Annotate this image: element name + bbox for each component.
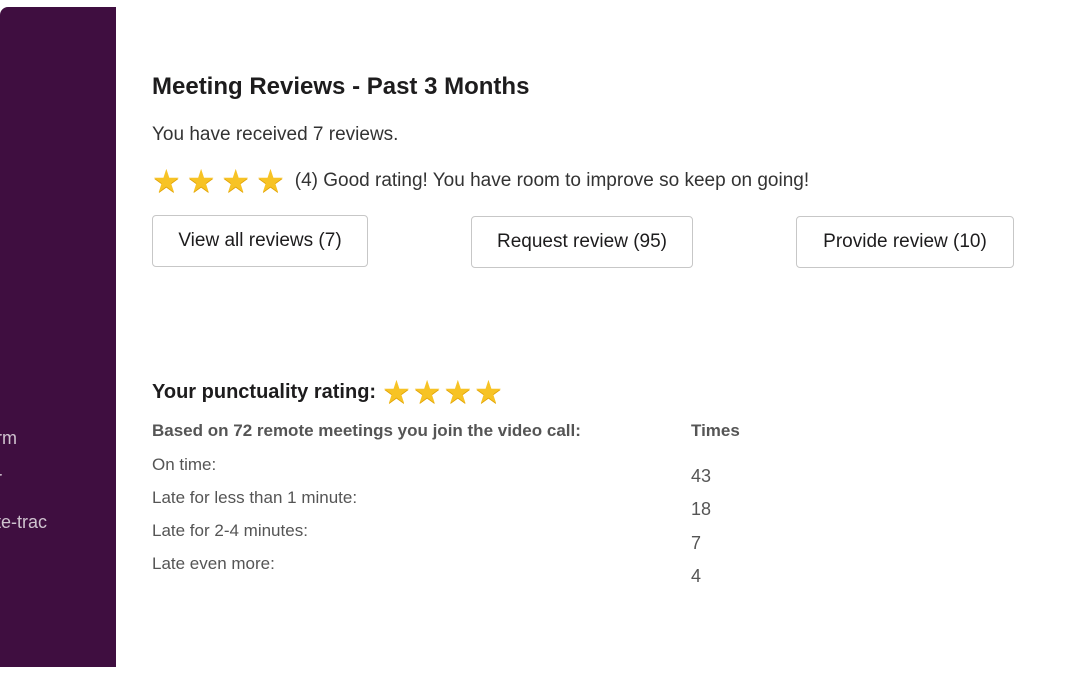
row-value: 4 [691, 566, 702, 586]
rating-text: (4) Good rating! You have room to improv… [294, 170, 810, 191]
star-icon: ★ [186, 163, 216, 199]
row-label: On time: [152, 455, 217, 474]
star-icon: ★ [474, 374, 503, 410]
star-icon: ★ [221, 163, 251, 199]
based-on-header: Based on 72 remote meetings you join the… [152, 421, 581, 440]
punctuality-rating: Your punctuality rating: ★ ★ ★ ★ [152, 376, 505, 408]
times-header: Times [691, 421, 740, 440]
row-value: 18 [691, 499, 712, 519]
sidebar-item[interactable]: rm [0, 428, 17, 449]
sidebar-item[interactable]: r [0, 468, 2, 489]
page-title: Meeting Reviews - Past 3 Months [152, 73, 530, 100]
star-icon: ★ [443, 374, 473, 410]
row-label: Late for 2-4 minutes: [152, 521, 308, 540]
star-icon: ★ [152, 163, 181, 199]
star-icon: ★ [256, 163, 285, 199]
reviews-received-text: You have received 7 reviews. [152, 124, 399, 145]
review-rating: ★ ★ ★ ★ (4) Good rating! You have room t… [152, 165, 809, 197]
row-label: Late for less than 1 minute: [152, 488, 358, 507]
sidebar: rm r te-trac [0, 7, 116, 667]
provide-review-button[interactable]: Provide review (10) [796, 216, 1014, 268]
sidebar-item[interactable]: te-trac [0, 512, 47, 533]
star-icon: ★ [382, 374, 411, 410]
row-value: 7 [691, 533, 702, 553]
request-review-button[interactable]: Request review (95) [471, 216, 693, 268]
view-all-reviews-button[interactable]: View all reviews (7) [152, 215, 368, 267]
punctuality-label: Your punctuality rating: [152, 380, 377, 403]
row-label: Late even more: [152, 554, 275, 573]
row-value: 43 [691, 466, 712, 486]
star-icon: ★ [412, 374, 442, 410]
